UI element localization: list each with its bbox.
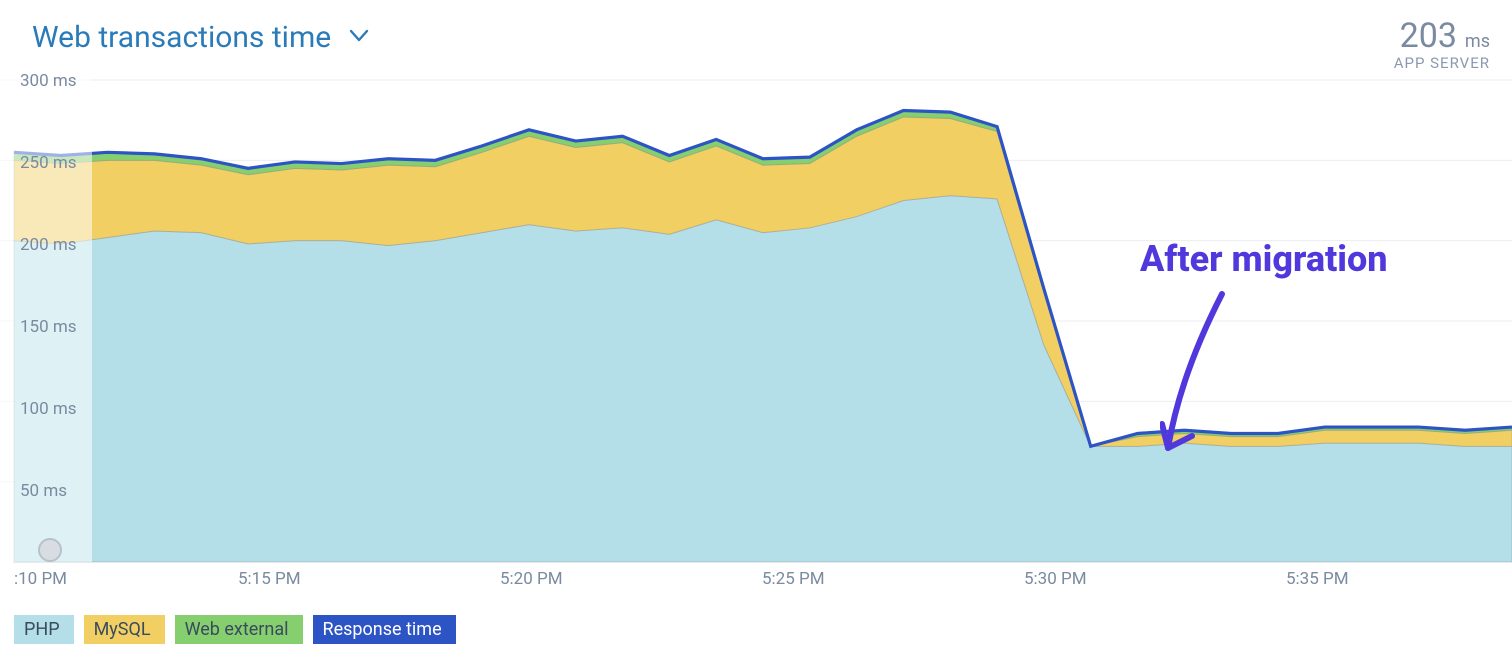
y-tick-250: 250 ms <box>20 153 77 173</box>
y-tick-100: 100 ms <box>20 399 77 419</box>
legend-item-web-external[interactable]: Web external <box>175 615 303 644</box>
x-tick-510: :10 PM <box>14 569 67 589</box>
x-tick-515: 5:15 PM <box>238 569 301 589</box>
legend-item-mysql[interactable]: MySQL <box>84 615 165 644</box>
x-tick-535: 5:35 PM <box>1286 569 1349 589</box>
chevron-down-icon <box>349 28 369 47</box>
x-tick-520: 5:20 PM <box>500 569 563 589</box>
y-tick-150: 150 ms <box>20 317 77 337</box>
chart-title-dropdown[interactable]: Web transactions time <box>32 20 369 55</box>
x-tick-530: 5:30 PM <box>1024 569 1087 589</box>
y-tick-300: 300 ms <box>20 71 77 91</box>
legend-item-php[interactable]: PHP <box>14 615 74 644</box>
x-tick-525: 5:25 PM <box>762 569 825 589</box>
y-tick-50: 50 ms <box>20 481 67 501</box>
summary-value: 203 <box>1400 16 1457 56</box>
chart-title: Web transactions time <box>32 20 331 55</box>
scrubber-handle[interactable] <box>39 539 61 561</box>
legend-item-response-time[interactable]: Response time <box>313 615 456 644</box>
transactions-chart[interactable]: 300 ms 250 ms 200 ms 150 ms 100 ms 50 ms… <box>0 60 1512 590</box>
y-tick-200: 200 ms <box>20 235 77 255</box>
summary-unit: ms <box>1465 31 1490 52</box>
chart-legend: PHP MySQL Web external Response time <box>14 615 456 644</box>
